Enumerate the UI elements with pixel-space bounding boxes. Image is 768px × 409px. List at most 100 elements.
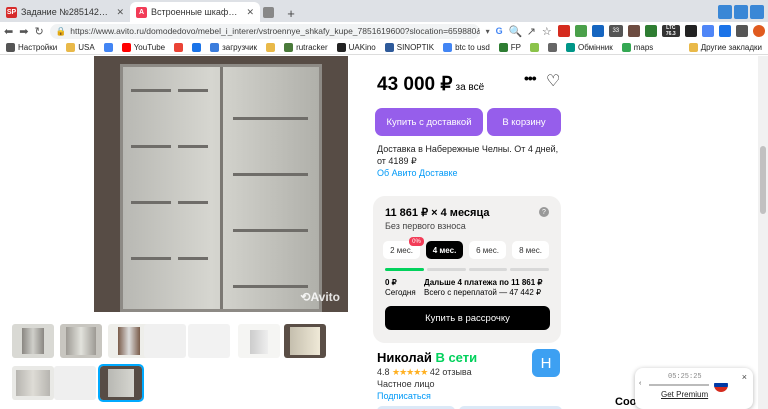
tab-strip: SP Задание №2851422 - просмотр з ✕ A Вст… — [0, 0, 768, 22]
total-with-overpay: Всего с переплатой — 47 442 ₽ — [424, 288, 542, 297]
seller-name[interactable]: Николай В сети — [377, 350, 477, 365]
extension-icon[interactable] — [734, 5, 748, 19]
add-to-cart-button[interactable]: В корзину — [487, 108, 561, 136]
url-text: https://www.avito.ru/domodedovo/mebel_i_… — [70, 26, 479, 36]
bookmark-item[interactable]: USA — [66, 42, 95, 52]
favorite-icon[interactable]: ♡ — [546, 71, 560, 91]
tab-avito[interactable]: A Встроенные шкафы купе купить ✕ — [130, 2, 260, 22]
subscribe-link[interactable]: Подписаться — [377, 391, 431, 401]
new-tab-button[interactable]: + — [282, 4, 300, 22]
thumbnail[interactable] — [12, 366, 54, 400]
collapse-icon[interactable]: ‹ — [639, 380, 641, 387]
extension-icon[interactable] — [718, 5, 732, 19]
price-suffix: за всё — [455, 82, 485, 93]
bookmark-item[interactable] — [548, 42, 558, 52]
bookmark-label: загрузчик — [222, 42, 258, 52]
rating-value: 4.8 — [377, 367, 390, 377]
price: 43 000 ₽ за всё — [377, 73, 484, 96]
extension-icon[interactable] — [684, 25, 697, 37]
bookmark-item[interactable]: Обмінник — [566, 42, 613, 52]
thumbnail[interactable] — [12, 324, 54, 358]
watermark-text: Avito — [310, 290, 340, 304]
help-icon[interactable]: ? — [539, 207, 549, 217]
tab-small[interactable] — [260, 2, 278, 22]
bookmark-icon — [103, 42, 113, 52]
avito-delivery-link[interactable]: Об Авито Доставке — [377, 167, 567, 179]
extension-icon[interactable] — [627, 25, 640, 37]
wardrobe-image — [120, 64, 322, 312]
scroll-thumb[interactable] — [760, 146, 766, 214]
bookmark-item[interactable]: maps — [621, 42, 653, 52]
bookmark-item[interactable] — [174, 42, 184, 52]
seller-rating[interactable]: 4.8 ★★★★★ 42 отзыва — [377, 367, 472, 378]
thumbnail[interactable] — [54, 366, 96, 400]
buy-installment-button[interactable]: Купить в рассрочку — [385, 306, 550, 330]
bookmark-item[interactable] — [103, 42, 113, 52]
bookmark-item[interactable]: загрузчик — [210, 42, 258, 52]
counter-badge[interactable]: 33 — [608, 25, 623, 37]
bookmark-item[interactable]: Другие закладки — [688, 42, 762, 52]
bookmark-item[interactable]: FP — [498, 42, 522, 52]
star-icon[interactable]: ☆ — [542, 25, 552, 38]
bookmark-item[interactable]: YouTube — [121, 42, 165, 52]
bookmark-icon — [210, 42, 220, 52]
russia-flag-icon[interactable] — [714, 378, 728, 392]
bookmark-item[interactable]: Настройки — [6, 42, 58, 52]
term-chip[interactable]: 6 мес. — [469, 241, 506, 259]
extension-icon[interactable] — [591, 25, 604, 37]
thumbnail[interactable] — [188, 324, 230, 358]
share-icon[interactable]: ↗ — [527, 25, 536, 38]
extension-icon[interactable] — [557, 25, 570, 37]
bookmark-item[interactable] — [192, 42, 202, 52]
reload-icon[interactable]: ↻ — [34, 25, 43, 38]
extension-icon[interactable] — [735, 25, 748, 37]
close-icon[interactable]: ✕ — [246, 7, 254, 18]
thumbnail[interactable] — [284, 324, 326, 358]
term-chip[interactable]: 4 мес. — [426, 241, 463, 259]
close-icon[interactable]: ✕ — [116, 7, 124, 18]
ltc-badge[interactable]: LTC 76.3 — [661, 25, 680, 37]
extension-icon[interactable] — [574, 25, 587, 37]
url-field[interactable]: 🔒 https://www.avito.ru/domodedovo/mebel_… — [49, 23, 480, 39]
bookmark-item[interactable]: UAKino — [336, 42, 376, 52]
thumbnail[interactable] — [60, 324, 102, 358]
bookmark-icon — [174, 42, 184, 52]
no-down-payment: Без первого взноса — [385, 221, 466, 231]
forward-icon[interactable]: ➡ — [19, 25, 28, 38]
vpn-widget: ‹ 05:25:25 Get Premium × — [635, 368, 753, 409]
bookmark-item[interactable] — [530, 42, 540, 52]
bookmark-item[interactable]: btc to usd — [443, 42, 490, 52]
get-premium-link[interactable]: Get Premium — [661, 390, 708, 399]
bookmark-icon — [336, 42, 346, 52]
seller-avatar[interactable]: Н — [532, 349, 560, 377]
extension-icon[interactable] — [750, 5, 764, 19]
puzzle-icon[interactable] — [701, 25, 714, 37]
profile-avatar[interactable] — [752, 25, 765, 37]
extension-icon[interactable] — [644, 25, 657, 37]
scrollbar[interactable] — [758, 56, 768, 409]
bookmark-label: Настройки — [18, 42, 58, 52]
main-photo[interactable]: ⟲Avito — [94, 56, 348, 312]
bookmark-item[interactable] — [266, 42, 276, 52]
term-chips: 2 мес. 4 мес. 6 мес. 8 мес. — [383, 241, 549, 259]
thumbnail[interactable] — [144, 324, 186, 358]
more-icon[interactable]: ••• — [524, 70, 537, 86]
extension-icon[interactable] — [718, 25, 731, 37]
buy-with-delivery-button[interactable]: Купить с доставкой — [375, 108, 483, 136]
back-icon[interactable]: ⬅ — [4, 25, 13, 38]
zoom-icon[interactable]: 🔍 — [509, 25, 523, 38]
close-icon[interactable]: × — [742, 372, 747, 382]
bookmark-icon — [384, 42, 394, 52]
thumbnail[interactable] — [238, 324, 280, 358]
dropdown-icon[interactable]: ▾ — [486, 27, 490, 36]
google-icon[interactable]: G — [496, 26, 503, 36]
bookmark-item[interactable]: rutracker — [284, 42, 328, 52]
bookmarks-bar: Настройки USA YouTube загрузчик rutracker UAK… — [0, 40, 768, 55]
bookmark-item[interactable]: SINOPTIK — [384, 42, 434, 52]
bookmark-icon — [621, 42, 631, 52]
tab-task[interactable]: SP Задание №2851422 - просмотр з ✕ — [0, 2, 130, 22]
bookmark-label: FP — [510, 42, 522, 52]
thumbnail-selected[interactable] — [98, 364, 144, 402]
bookmark-icon — [498, 42, 508, 52]
term-chip[interactable]: 8 мес. — [512, 241, 549, 259]
